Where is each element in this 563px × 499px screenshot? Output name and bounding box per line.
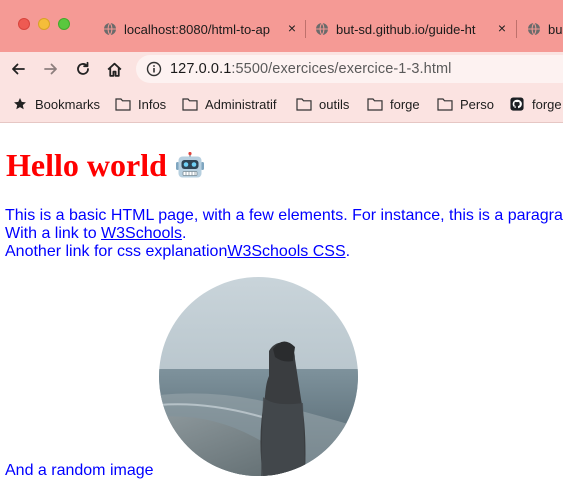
folder-icon xyxy=(115,98,131,111)
close-tab-icon[interactable]: × xyxy=(285,20,299,36)
globe-icon xyxy=(316,22,328,36)
address-bar[interactable]: 127.0.0.1:5500/exercices/exercice-1-3.ht… xyxy=(136,55,563,83)
folder-icon xyxy=(367,98,383,111)
bookmark-label: Administratif xyxy=(205,96,277,112)
url-path: :5500/exercices/exercice-1-3.html xyxy=(231,61,452,77)
forward-button[interactable] xyxy=(41,59,61,79)
paragraph-line-3-prefix: Another link for css explanation xyxy=(5,243,228,260)
folder-icon xyxy=(182,98,198,111)
close-window-button[interactable] xyxy=(18,18,30,30)
bookmark-outils[interactable]: outils xyxy=(296,95,349,113)
robot-emoji-icon xyxy=(175,152,204,178)
heading-text: Hello world xyxy=(6,147,167,183)
bookmark-infos[interactable]: Infos xyxy=(115,95,166,113)
github-icon xyxy=(510,97,524,111)
url-text: 127.0.0.1:5500/exercices/exercice-1-3.ht… xyxy=(170,61,451,77)
bookmark-forge-github[interactable]: forge xyxy=(509,95,562,113)
folder-icon xyxy=(437,98,453,111)
maximize-window-button[interactable] xyxy=(58,18,70,30)
page-content: Hello world This is a basic HTML page, w… xyxy=(0,123,563,499)
w3schools-link[interactable]: W3Schools xyxy=(101,225,182,242)
tab-title: but-sd.github.io/guide-ht xyxy=(336,21,476,37)
paragraph-line-1: This is a basic HTML page, with a few el… xyxy=(5,207,563,224)
w3schools-css-link[interactable]: W3Schools CSS xyxy=(227,243,345,260)
image-caption: And a random image xyxy=(5,462,154,479)
globe-icon xyxy=(104,22,116,36)
intro-paragraph: This is a basic HTML page, with a few el… xyxy=(5,207,563,261)
bookmarks-bar: Bookmarks Infos Administratif outils for… xyxy=(0,86,563,123)
arrow-left-icon xyxy=(12,63,25,75)
tab-strip: localhost:8080/html-to-ap × but-sd.githu… xyxy=(0,0,563,56)
tab-separator xyxy=(305,20,306,38)
random-image xyxy=(159,277,358,476)
folder-icon xyxy=(296,98,312,111)
bookmark-label: Perso xyxy=(460,96,494,112)
reload-button[interactable] xyxy=(73,59,93,79)
tab-title: bu xyxy=(548,21,563,37)
arrow-right-icon xyxy=(44,63,57,75)
bookmark-administratif[interactable]: Administratif xyxy=(182,95,277,113)
reload-icon xyxy=(77,61,89,75)
info-icon[interactable] xyxy=(146,61,162,77)
bookmark-bookmarks[interactable]: Bookmarks xyxy=(12,95,100,113)
bookmark-label: Bookmarks xyxy=(35,96,101,112)
minimize-window-button[interactable] xyxy=(38,18,50,30)
bookmark-label: outils xyxy=(319,96,350,112)
paragraph-line-2-prefix: With a link to xyxy=(5,225,102,242)
bookmark-label: Infos xyxy=(138,96,167,112)
home-icon xyxy=(107,62,121,77)
bookmark-label: forge xyxy=(390,96,420,112)
paragraph-line-3-suffix: . xyxy=(345,243,351,260)
page-heading: Hello world xyxy=(6,147,205,184)
bookmark-forge[interactable]: forge xyxy=(367,95,420,113)
home-button[interactable] xyxy=(104,59,124,79)
back-button[interactable] xyxy=(8,59,28,79)
globe-icon xyxy=(528,22,540,36)
tab-third[interactable]: bu xyxy=(527,12,563,46)
close-tab-icon[interactable]: × xyxy=(495,20,509,36)
bookmark-perso[interactable]: Perso xyxy=(437,95,494,113)
star-icon xyxy=(14,98,26,110)
bookmark-label: forge xyxy=(532,96,562,112)
tab-separator xyxy=(516,20,517,38)
tab-title: localhost:8080/html-to-ap xyxy=(124,21,270,37)
tab-localhost[interactable]: localhost:8080/html-to-ap × xyxy=(103,12,299,46)
tab-but-sd[interactable]: but-sd.github.io/guide-ht × xyxy=(315,12,509,46)
url-host: 127.0.0.1 xyxy=(170,61,232,77)
paragraph-line-2-suffix: . xyxy=(181,225,187,242)
toolbar: 127.0.0.1:5500/exercices/exercice-1-3.ht… xyxy=(0,52,563,86)
